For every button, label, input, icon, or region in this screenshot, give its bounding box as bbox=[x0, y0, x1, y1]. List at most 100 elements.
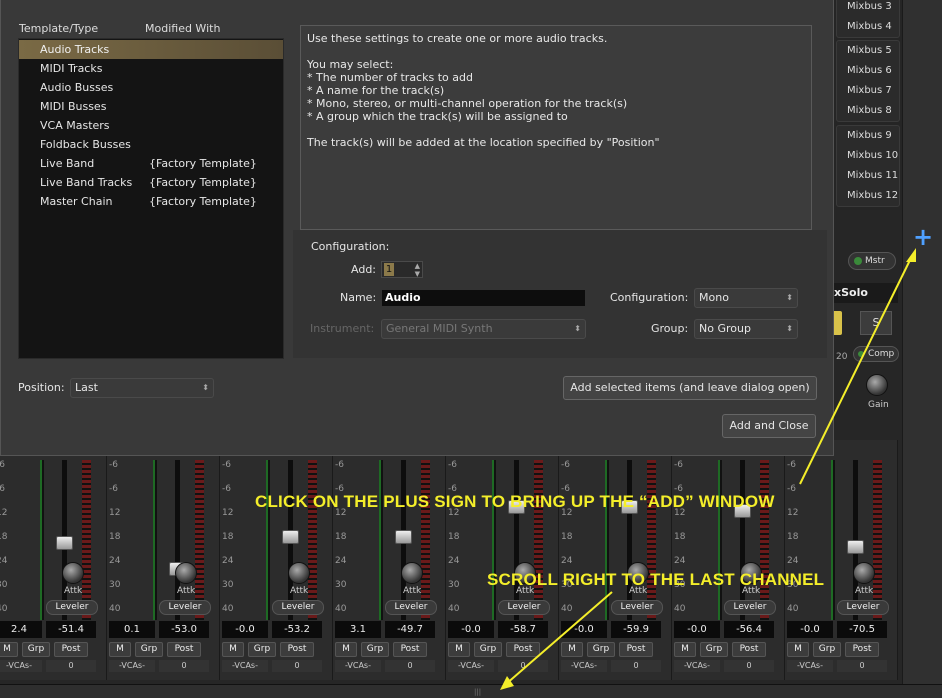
peak-display[interactable]: -59.9 bbox=[611, 621, 661, 638]
fader-handle[interactable] bbox=[847, 540, 864, 554]
master-button[interactable]: Mstr bbox=[848, 252, 896, 270]
group-button[interactable]: Grp bbox=[361, 642, 389, 657]
peak-display[interactable]: -53.2 bbox=[272, 621, 322, 638]
gain-display[interactable]: -0.0 bbox=[561, 621, 607, 638]
leveler-button[interactable]: Leveler bbox=[611, 600, 663, 615]
gain-display[interactable]: -0.0 bbox=[448, 621, 494, 638]
group-button[interactable]: Grp bbox=[22, 642, 50, 657]
post-button[interactable]: Post bbox=[845, 642, 879, 657]
vca-assign-button[interactable]: -VCAs- bbox=[0, 660, 42, 672]
scroll-grip-icon[interactable]: ||| bbox=[474, 688, 486, 696]
gain-display[interactable]: -0.0 bbox=[222, 621, 268, 638]
peak-display[interactable]: -58.7 bbox=[498, 621, 548, 638]
comment-button[interactable]: 0 bbox=[837, 660, 887, 672]
mixbus-item[interactable]: Mixbus 9 bbox=[837, 126, 899, 146]
mixbus-item[interactable]: Mixbus 8 bbox=[837, 101, 899, 121]
comment-button[interactable]: 0 bbox=[46, 660, 96, 672]
add-count-stepper[interactable]: 1 ▲ ▼ bbox=[381, 261, 423, 278]
configuration-select[interactable]: Mono ⬍ bbox=[694, 288, 798, 308]
instrument-select[interactable]: General MIDI Synth ⬍ bbox=[381, 319, 586, 339]
fader-track[interactable] bbox=[740, 460, 745, 620]
group-button[interactable]: Grp bbox=[813, 642, 841, 657]
add-track-plus-button[interactable]: + bbox=[912, 225, 934, 249]
add-count-value[interactable]: 1 bbox=[384, 263, 394, 276]
comment-button[interactable]: 0 bbox=[159, 660, 209, 672]
group-button[interactable]: Grp bbox=[135, 642, 163, 657]
attack-knob[interactable] bbox=[401, 562, 423, 584]
vca-assign-button[interactable]: -VCAs- bbox=[674, 660, 720, 672]
template-row[interactable]: MIDI Busses bbox=[19, 97, 283, 116]
template-row[interactable]: MIDI Tracks bbox=[19, 59, 283, 78]
attack-knob[interactable] bbox=[288, 562, 310, 584]
mixbus-item[interactable]: Mixbus 5 bbox=[837, 41, 899, 61]
mixbus-item[interactable]: Mixbus 6 bbox=[837, 61, 899, 81]
fader-handle[interactable] bbox=[282, 530, 299, 544]
comment-button[interactable]: 0 bbox=[498, 660, 548, 672]
template-row[interactable]: Audio Busses bbox=[19, 78, 283, 97]
leveler-button[interactable]: Leveler bbox=[385, 600, 437, 615]
meter-point-button[interactable]: M bbox=[0, 642, 18, 657]
vca-assign-button[interactable]: -VCAs- bbox=[787, 660, 833, 672]
leveler-button[interactable]: Leveler bbox=[159, 600, 211, 615]
attack-knob[interactable] bbox=[853, 562, 875, 584]
meter-point-button[interactable]: M bbox=[448, 642, 470, 657]
post-button[interactable]: Post bbox=[393, 642, 427, 657]
add-and-close-button[interactable]: Add and Close bbox=[722, 414, 816, 438]
vca-assign-button[interactable]: -VCAs- bbox=[109, 660, 155, 672]
spinner-arrows-icon[interactable]: ▲ ▼ bbox=[415, 262, 420, 278]
meter-point-button[interactable]: M bbox=[222, 642, 244, 657]
post-button[interactable]: Post bbox=[167, 642, 201, 657]
fader-handle[interactable] bbox=[56, 536, 73, 550]
gain-display[interactable]: 3.1 bbox=[335, 621, 381, 638]
peak-display[interactable]: -51.4 bbox=[46, 621, 96, 638]
fader-track[interactable] bbox=[627, 460, 632, 620]
meter-point-button[interactable]: M bbox=[335, 642, 357, 657]
post-button[interactable]: Post bbox=[732, 642, 766, 657]
vca-assign-button[interactable]: -VCAs- bbox=[222, 660, 268, 672]
meter-point-button[interactable]: M bbox=[787, 642, 809, 657]
group-select[interactable]: No Group ⬍ bbox=[694, 319, 798, 339]
template-row[interactable]: Audio Tracks bbox=[19, 40, 283, 59]
attack-knob[interactable] bbox=[62, 562, 84, 584]
leveler-button[interactable]: Leveler bbox=[46, 600, 98, 615]
gain-display[interactable]: -0.0 bbox=[674, 621, 720, 638]
comp-button[interactable]: Comp bbox=[853, 346, 899, 362]
template-row[interactable]: Foldback Busses bbox=[19, 135, 283, 154]
peak-display[interactable]: -56.4 bbox=[724, 621, 774, 638]
attack-knob[interactable] bbox=[175, 562, 197, 584]
mixbus-item[interactable]: Mixbus 12 bbox=[837, 186, 899, 206]
mixbus-item[interactable]: Mixbus 11 bbox=[837, 166, 899, 186]
solo-button[interactable]: S bbox=[860, 311, 892, 335]
comment-button[interactable]: 0 bbox=[272, 660, 322, 672]
add-selected-button[interactable]: Add selected items (and leave dialog ope… bbox=[563, 376, 817, 400]
peak-display[interactable]: -70.5 bbox=[837, 621, 887, 638]
fader-track[interactable] bbox=[175, 460, 180, 620]
gain-display[interactable]: 2.4 bbox=[0, 621, 42, 638]
template-row[interactable]: Live Band Tracks {Factory Template} bbox=[19, 173, 283, 192]
meter-point-button[interactable]: M bbox=[674, 642, 696, 657]
mixbus-item[interactable]: Mixbus 4 bbox=[837, 17, 899, 37]
peak-display[interactable]: -53.0 bbox=[159, 621, 209, 638]
mixbus-item[interactable]: Mixbus 7 bbox=[837, 81, 899, 101]
template-row[interactable]: Master Chain {Factory Template} bbox=[19, 192, 283, 211]
peak-display[interactable]: -49.7 bbox=[385, 621, 435, 638]
post-button[interactable]: Post bbox=[280, 642, 314, 657]
vca-assign-button[interactable]: -VCAs- bbox=[448, 660, 494, 672]
meter-point-button[interactable]: M bbox=[561, 642, 583, 657]
leveler-button[interactable]: Leveler bbox=[272, 600, 324, 615]
group-button[interactable]: Grp bbox=[587, 642, 615, 657]
mixbus-item[interactable]: Mixbus 10 bbox=[837, 146, 899, 166]
gain-display[interactable]: -0.0 bbox=[787, 621, 833, 638]
template-list[interactable]: Audio Tracks MIDI Tracks Audio Busses MIDI … bbox=[18, 38, 284, 359]
comment-button[interactable]: 0 bbox=[385, 660, 435, 672]
group-button[interactable]: Grp bbox=[700, 642, 728, 657]
gain-knob[interactable] bbox=[866, 374, 888, 396]
leveler-button[interactable]: Leveler bbox=[837, 600, 889, 615]
post-button[interactable]: Post bbox=[619, 642, 653, 657]
comment-button[interactable]: 0 bbox=[724, 660, 774, 672]
track-name-input[interactable]: Audio bbox=[381, 289, 586, 307]
fader-handle[interactable] bbox=[395, 530, 412, 544]
leveler-button[interactable]: Leveler bbox=[724, 600, 776, 615]
group-button[interactable]: Grp bbox=[474, 642, 502, 657]
horizontal-scrollbar[interactable]: ||| bbox=[0, 684, 942, 698]
